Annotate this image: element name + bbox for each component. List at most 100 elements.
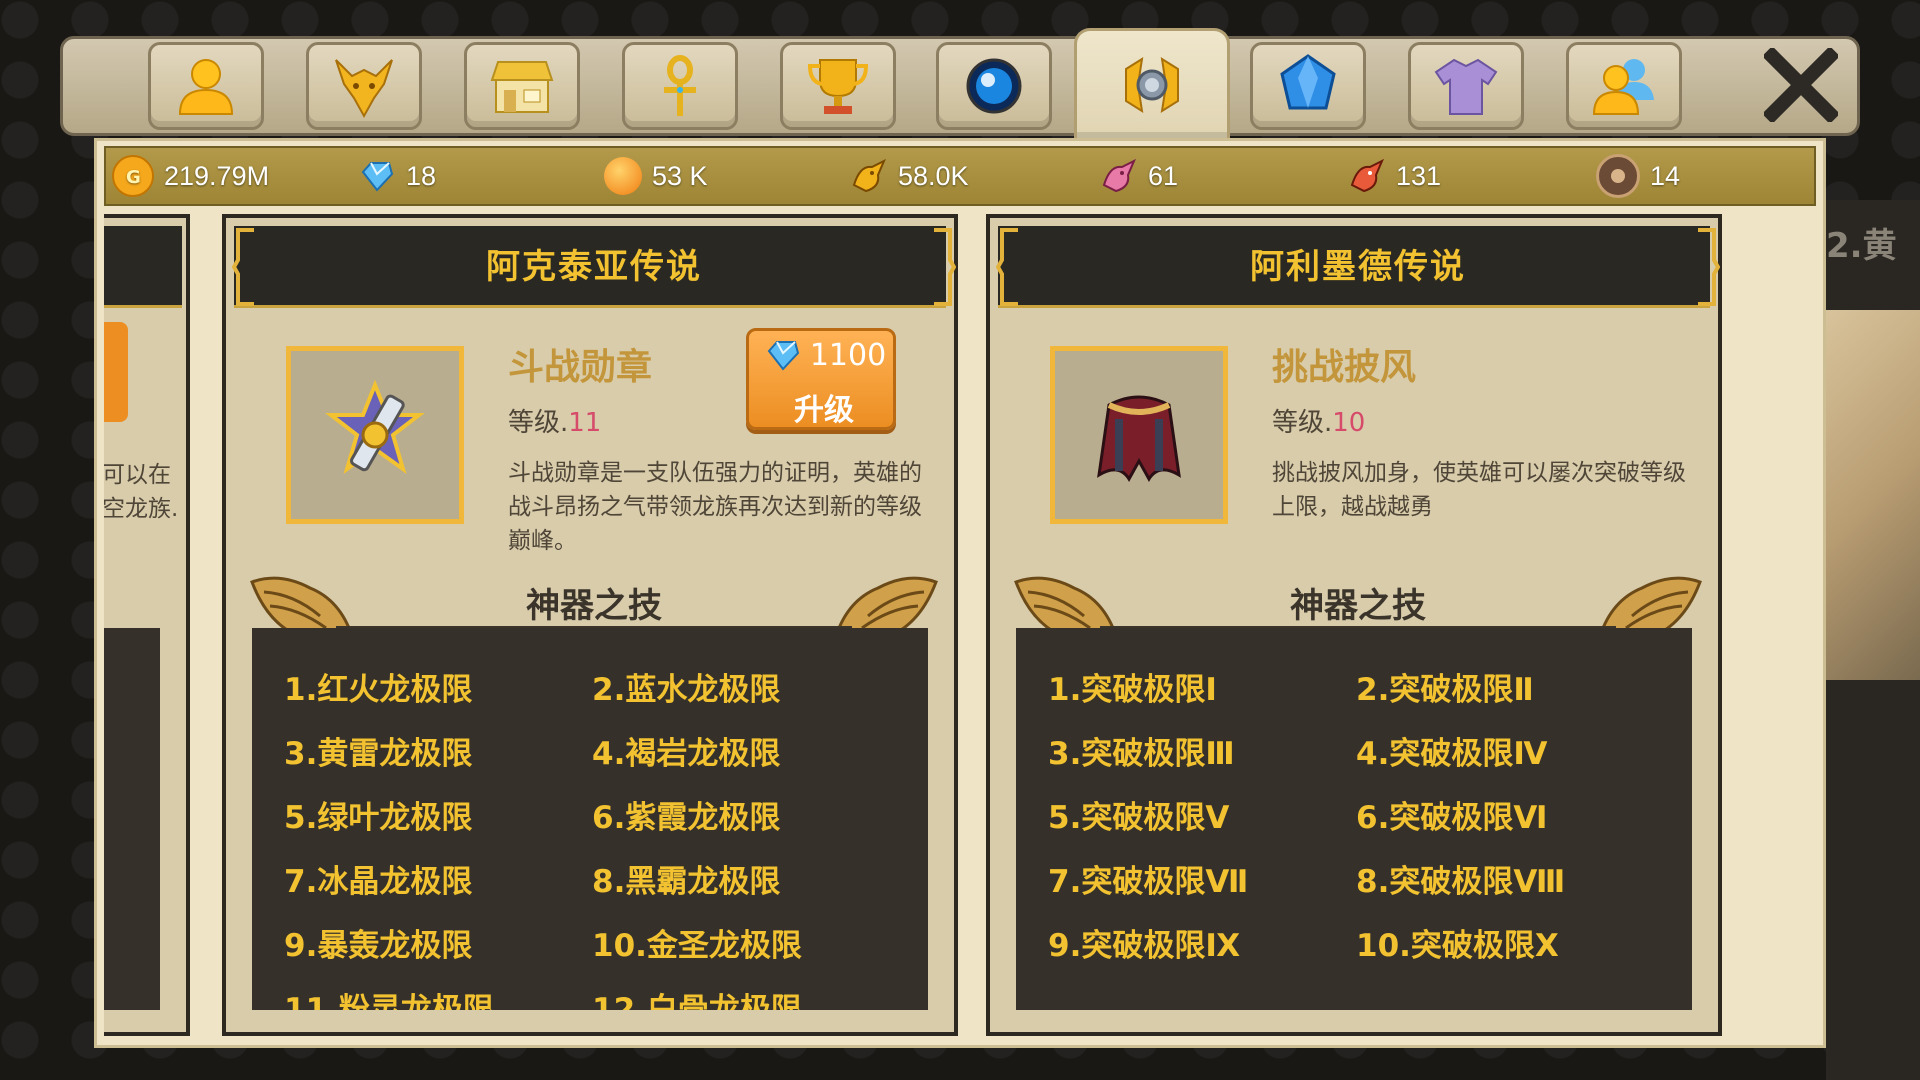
card-title: 阿克泰亚传说 xyxy=(486,247,702,287)
resource-dragon-b: 61 xyxy=(1100,156,1178,196)
gold-amount: 219.79M xyxy=(164,160,270,191)
item-name: 挑战披风 xyxy=(1272,347,1417,388)
item-description: 挑战披风加身，使英雄可以屡次突破等级上限，越战越勇 xyxy=(1272,460,1686,520)
tab-trophy[interactable] xyxy=(780,42,896,130)
skill-item: 7.突破极限Ⅶ xyxy=(1048,864,1249,900)
artifact-icon-frame[interactable] xyxy=(286,346,464,524)
skill-item: 4.突破极限Ⅳ xyxy=(1356,736,1548,772)
close-icon xyxy=(1764,48,1838,122)
background-illustration xyxy=(1826,310,1920,680)
level-value: 10 xyxy=(1332,408,1366,438)
resource-orb: 53 K xyxy=(604,156,708,196)
artifact-card-partial: 可以在 空龙族. xyxy=(104,214,190,1036)
card-description-partial: 可以在 空龙族. xyxy=(104,462,179,522)
item-name: 斗战勋章 xyxy=(508,347,653,388)
item-level: 等级.11 xyxy=(508,402,601,439)
tab-shop[interactable] xyxy=(464,42,580,130)
resource-dragon-c: 131 xyxy=(1348,156,1441,196)
skill-item: 4.褐岩龙极限 xyxy=(592,736,781,772)
challenge-cloak-icon xyxy=(1097,395,1181,482)
shop-icon xyxy=(490,61,554,113)
tab-dragon[interactable] xyxy=(306,42,422,130)
diamond-icon xyxy=(358,157,396,195)
dragon-c-amount: 131 xyxy=(1396,160,1442,191)
skill-item: 3.黄雷龙极限 xyxy=(284,736,473,772)
skill-item: 11.粉灵龙极限 xyxy=(284,992,494,1010)
tab-friends[interactable] xyxy=(1566,42,1682,130)
item-level: 等级.10 xyxy=(1272,402,1365,439)
close-button[interactable] xyxy=(1760,44,1842,126)
gold-coin-icon: G xyxy=(112,155,154,197)
pink-dragon-icon xyxy=(1100,157,1138,195)
upgrade-button-partial[interactable] xyxy=(104,322,128,422)
upgrade-button[interactable]: 1100 升级 xyxy=(746,328,896,430)
skill-item: 9.暴轰龙极限 xyxy=(284,928,473,964)
skill-item: 2.蓝水龙极限 xyxy=(592,672,781,708)
diamond-amount: 18 xyxy=(406,160,437,191)
dragon-head-icon xyxy=(335,59,393,119)
resource-dragon-a: 58.0K xyxy=(850,156,969,196)
artifact-card-alimode: 阿利墨德传说 挑战披风 等级.10 挑战披风加身，使英雄可以屡次突破等级上限，越… xyxy=(986,214,1722,1036)
skill-box-partial xyxy=(104,628,160,1010)
skill-item: 1.突破极限Ⅰ xyxy=(1048,672,1217,708)
person-icon xyxy=(178,59,234,115)
skill-item: 6.紫霞龙极限 xyxy=(592,800,781,836)
trophy-icon xyxy=(807,59,869,114)
ankh-icon xyxy=(664,55,696,116)
card-header xyxy=(104,226,182,308)
skills-title: 神器之技 xyxy=(526,586,662,626)
skill-item: 8.突破极限Ⅷ xyxy=(1356,864,1566,900)
skill-item: 9.突破极限Ⅸ xyxy=(1048,928,1241,964)
friends-icon xyxy=(1592,59,1654,115)
dragon-b-amount: 61 xyxy=(1148,160,1179,191)
bronze-shield-icon xyxy=(1596,154,1640,198)
skill-item: 2.突破极限Ⅱ xyxy=(1356,672,1534,708)
level-value: 11 xyxy=(568,408,602,438)
skill-item: 3.突破极限Ⅲ xyxy=(1048,736,1235,772)
skill-item: 8.黑霸龙极限 xyxy=(592,864,781,900)
shirt-icon xyxy=(1434,58,1498,115)
skill-list: 1.突破极限Ⅰ 2.突破极限Ⅱ 3.突破极限Ⅲ 4.突破极限Ⅳ 5.突破极限Ⅴ … xyxy=(1016,628,1692,1010)
skill-item: 5.绿叶龙极限 xyxy=(284,800,473,836)
skill-item: 12.白骨龙极限 xyxy=(592,992,802,1010)
skill-item: 7.冰晶龙极限 xyxy=(284,864,473,900)
card-title: 阿利墨德传说 xyxy=(1250,247,1466,287)
skill-item: 10.金圣龙极限 xyxy=(592,928,802,964)
dragon-a-amount: 58.0K xyxy=(898,160,969,191)
yellow-dragon-icon xyxy=(850,157,888,195)
skill-item: 1.红火龙极限 xyxy=(284,672,473,708)
tab-costume[interactable] xyxy=(1408,42,1524,130)
item-description: 斗战勋章是一支队伍强力的证明，英雄的战斗昂扬之气带领龙族再次达到新的等级巅峰。 xyxy=(508,460,922,554)
artifact-card-akteya: 阿克泰亚传说 斗战勋章 等级.11 斗战勋章是一支队伍强力的证明，英雄的战斗昂扬… xyxy=(222,214,958,1036)
resource-shield: 14 xyxy=(1596,154,1681,198)
skill-item: 10.突破极限Ⅹ xyxy=(1356,928,1559,964)
tab-hero[interactable] xyxy=(148,42,264,130)
artifact-icon xyxy=(1125,56,1179,113)
upgrade-cost: 1100 xyxy=(749,337,899,373)
svg-text:G: G xyxy=(126,167,141,188)
red-dragon-icon xyxy=(1348,157,1386,195)
skill-list: 1.红火龙极限 2.蓝水龙极限 3.黄雷龙极限 4.褐岩龙极限 5.绿叶龙极限 … xyxy=(252,628,928,1010)
shield-amount: 14 xyxy=(1650,160,1681,191)
skills-title: 神器之技 xyxy=(1290,586,1426,626)
tab-orb[interactable] xyxy=(936,42,1052,130)
resource-diamond: 18 xyxy=(358,156,436,196)
tab-gem[interactable] xyxy=(1250,42,1366,130)
upgrade-label: 升级 xyxy=(794,393,854,428)
tab-ankh[interactable] xyxy=(622,42,738,130)
artifact-icon-frame[interactable] xyxy=(1050,346,1228,524)
blue-orb-icon xyxy=(966,58,1022,114)
skill-item: 5.突破极限Ⅴ xyxy=(1048,800,1230,836)
orange-orb-icon xyxy=(604,157,642,195)
level-label: 等级. xyxy=(508,408,569,438)
level-label: 等级. xyxy=(1272,408,1333,438)
diamond-icon xyxy=(767,341,799,371)
skill-item: 6.突破极限Ⅵ xyxy=(1356,800,1548,836)
orb-amount: 53 K xyxy=(652,160,708,191)
resource-gold: G 219.79M xyxy=(112,155,270,197)
battle-medal-icon xyxy=(325,379,425,474)
blue-gem-icon xyxy=(1280,54,1336,110)
tab-artifact[interactable] xyxy=(1074,28,1230,138)
partial-label: 2.黄 xyxy=(1826,226,1897,266)
upgrade-cost-value: 1100 xyxy=(809,337,887,373)
